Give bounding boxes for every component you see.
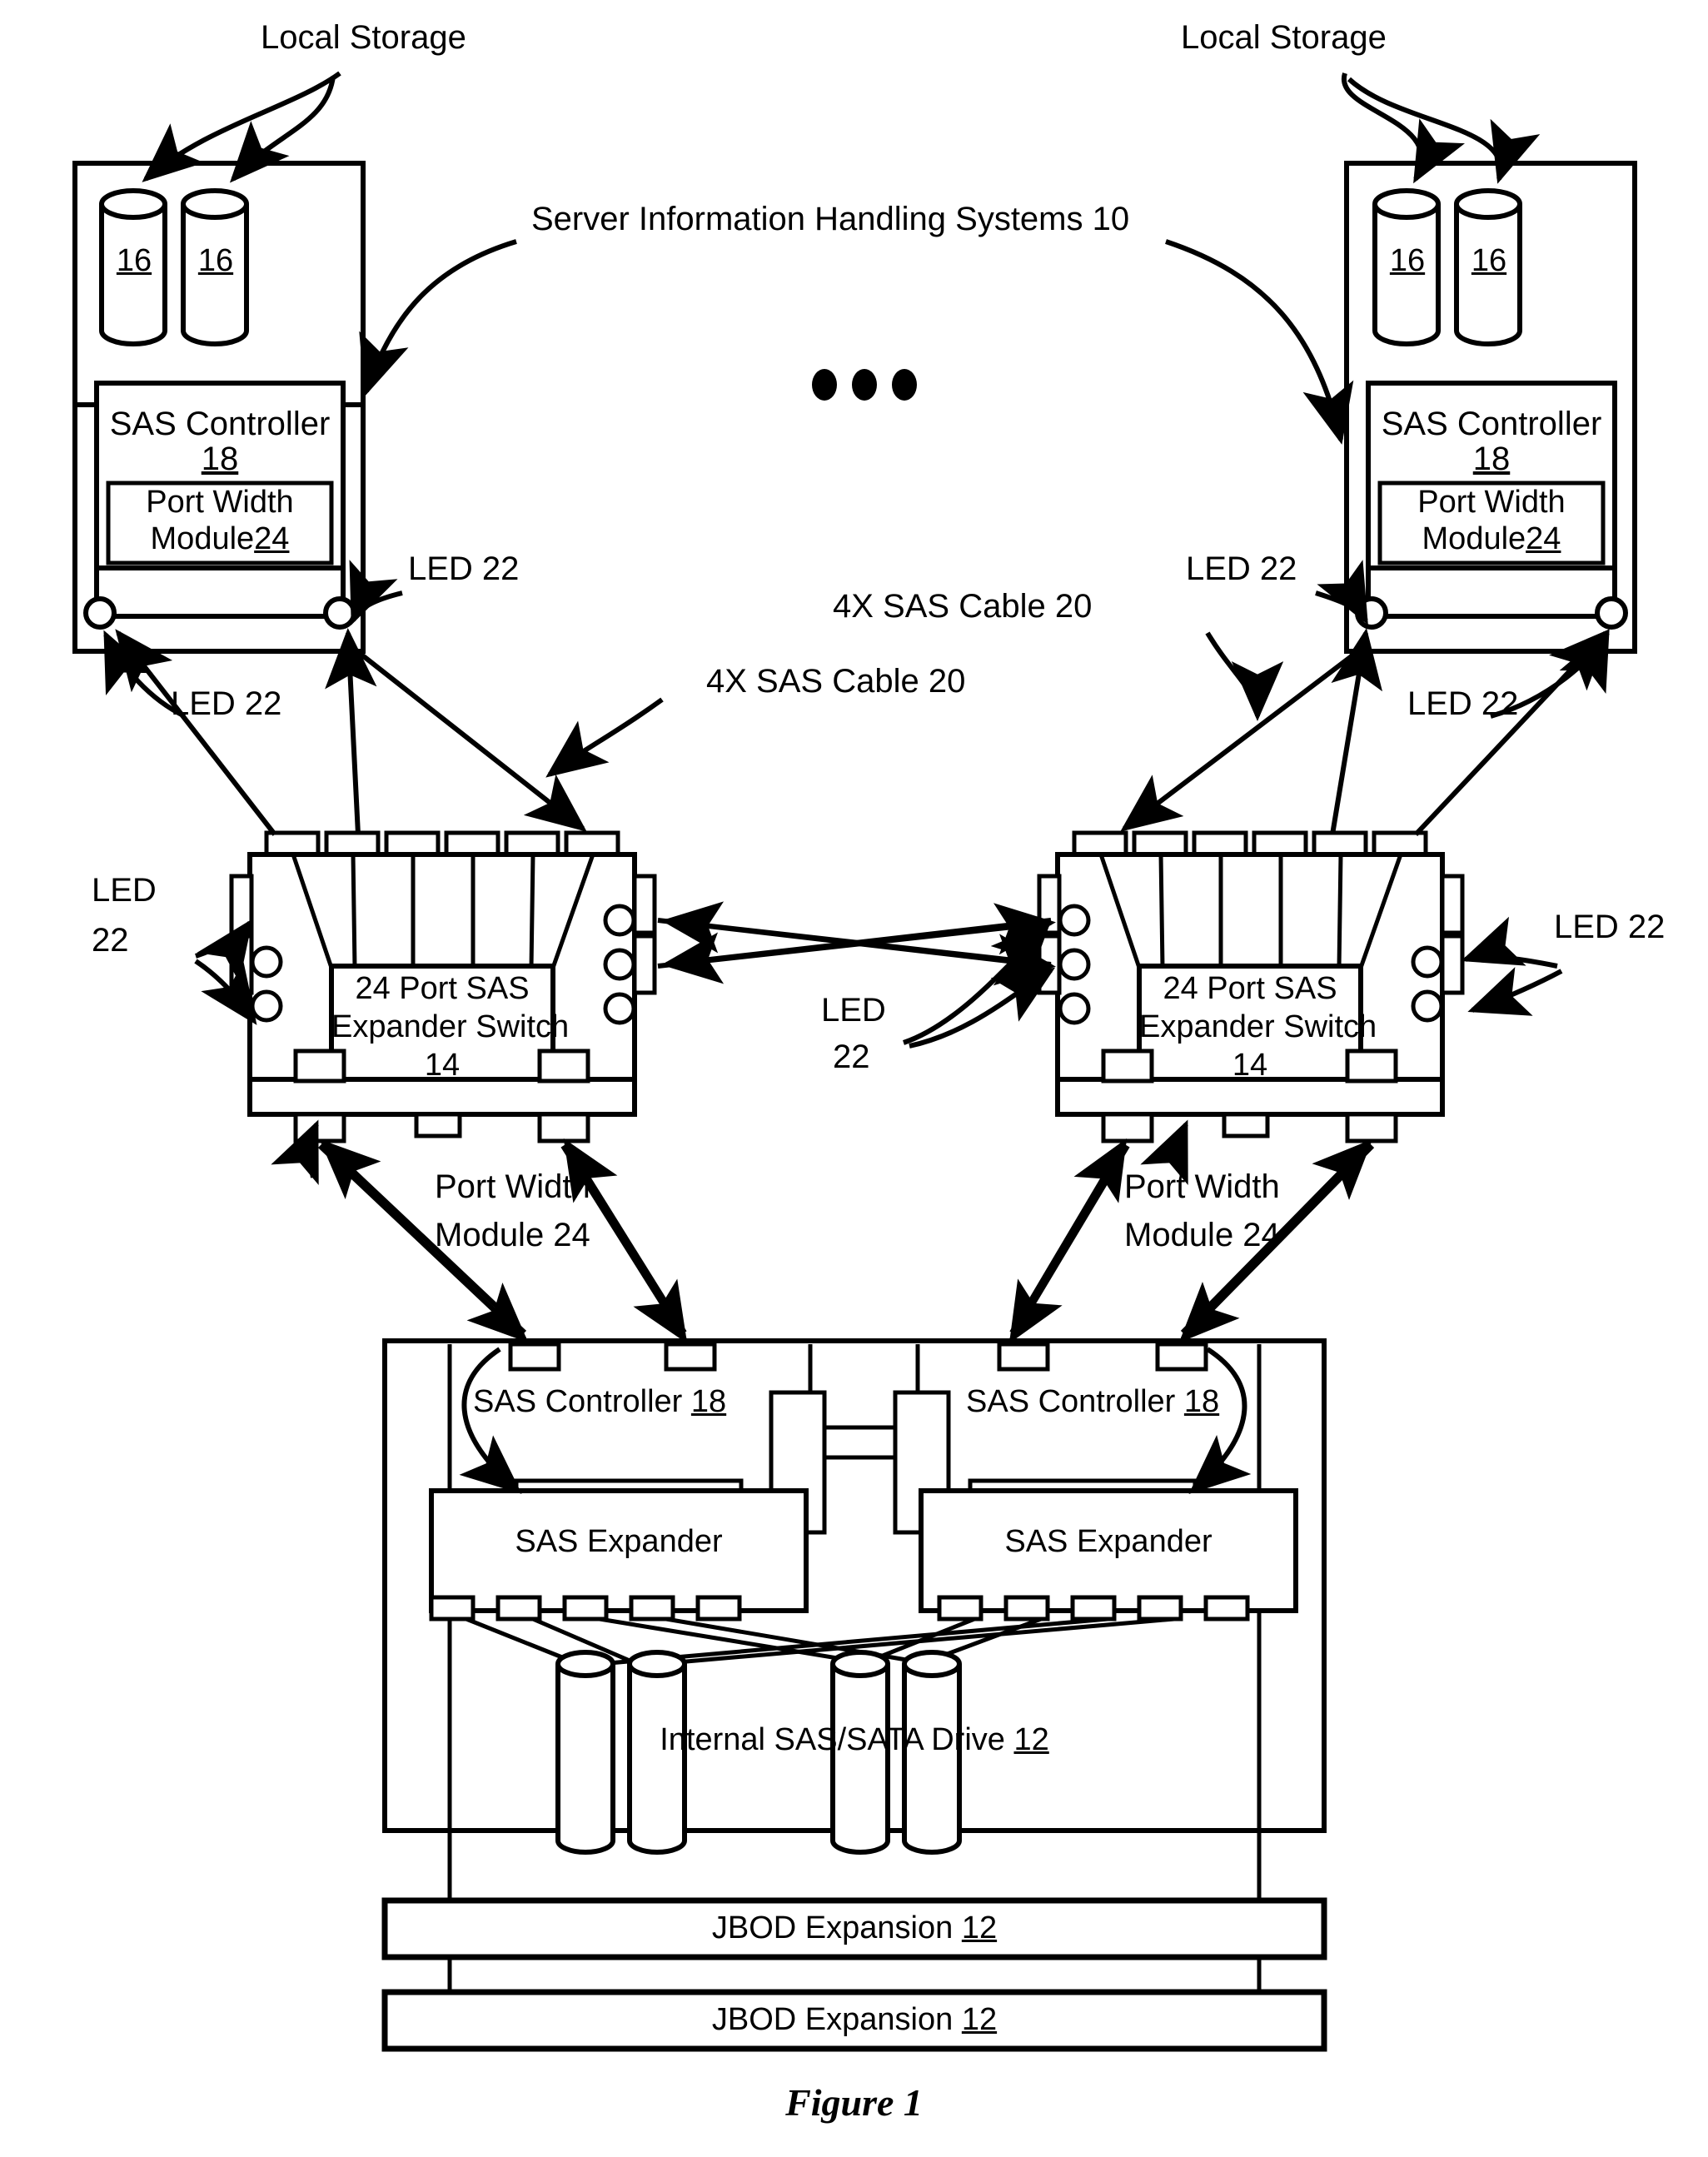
label-port-width-module-right-l1: Port Width xyxy=(1124,1168,1280,1205)
drive-label-16-left-a: 16 xyxy=(116,243,152,278)
port-width-module-ref-right: Module24 xyxy=(1380,521,1603,558)
label-local-storage-left: Local Storage xyxy=(261,19,466,56)
enclosure-sas-controller-left: SAS Controller 18 xyxy=(473,1384,726,1421)
jbod-2-text: JBOD Expansion xyxy=(711,2002,954,2037)
enclosure-sas-expander-left: SAS Expander xyxy=(515,1524,723,1559)
port-width-module-title-right: Port Width xyxy=(1417,485,1566,520)
enclosure-sas-expander-right: SAS Expander xyxy=(1004,1524,1213,1559)
enc-ctrl-left-text: SAS Controller xyxy=(473,1384,683,1419)
label-4x-sas-cable-right: 4X SAS Cable 20 xyxy=(833,588,1093,625)
label-local-storage-right: Local Storage xyxy=(1181,19,1387,56)
jbod-1-text: JBOD Expansion xyxy=(711,1910,954,1945)
enclosure-sas-controller-right: SAS Controller 18 xyxy=(966,1384,1219,1421)
label-led-switch-left-line2: 22 xyxy=(92,922,129,959)
label-server-information-handling-systems: Server Information Handling Systems 10 xyxy=(531,201,1130,237)
switch-left-ref: 14 xyxy=(424,1048,461,1083)
pwm-num-left: 24 xyxy=(254,521,290,556)
patent-figure-page: Local Storage Local Storage Server Infor… xyxy=(0,0,1708,2157)
figure-caption: Figure 1 xyxy=(785,2081,923,2124)
port-width-module-ref-left: Module24 xyxy=(108,521,331,558)
pwm-word-right: Module xyxy=(1422,521,1526,556)
label-port-width-module-left-l2: Module 24 xyxy=(435,1217,590,1253)
figure-drawing xyxy=(72,71,1637,2052)
jbod-2-ref: 12 xyxy=(961,2002,998,2037)
label-led-switch-left-line1: LED xyxy=(92,872,157,909)
label-4x-sas-cable-left: 4X SAS Cable 20 xyxy=(706,663,966,700)
pwm-word-left: Module xyxy=(150,521,255,556)
label-led-22-left-lower: LED 22 xyxy=(171,685,282,722)
label-led-22-right-upper: LED 22 xyxy=(1186,550,1297,587)
jbod-expansion-label-2: JBOD Expansion 12 xyxy=(385,2002,1324,2039)
internal-drive-text: Internal SAS/SATA Drive xyxy=(660,1722,1005,1757)
switch-right-line1: 24 Port SAS xyxy=(1163,971,1337,1006)
switch-left-line2: Expander Switch xyxy=(331,1009,570,1044)
internal-drive-ref: 12 xyxy=(1013,1722,1049,1757)
sas-controller-ref-right: 18 xyxy=(1472,441,1511,477)
switch-right-ref: 14 xyxy=(1232,1048,1268,1083)
label-led-switch-mid-line1: LED xyxy=(821,992,886,1029)
switch-right-line2: Expander Switch xyxy=(1139,1009,1377,1044)
label-port-width-module-right-l2: Module 24 xyxy=(1124,1217,1280,1253)
label-led-switch-right: LED 22 xyxy=(1554,909,1666,945)
label-port-width-module-left-l1: Port Width xyxy=(435,1168,590,1205)
pwm-num-right: 24 xyxy=(1526,521,1561,556)
jbod-expansion-label-1: JBOD Expansion 12 xyxy=(385,1910,1324,1947)
label-led-22-right-lower: LED 22 xyxy=(1407,685,1519,722)
drive-label-16-right-a: 16 xyxy=(1389,243,1426,278)
port-width-module-title-left: Port Width xyxy=(146,485,294,520)
sas-controller-title-left: SAS Controller xyxy=(109,406,331,442)
sas-controller-ref-left: 18 xyxy=(201,441,239,477)
switch-left-line1: 24 Port SAS xyxy=(355,971,530,1006)
label-led-22-left-upper: LED 22 xyxy=(408,550,520,587)
enc-ctrl-left-ref: 18 xyxy=(690,1384,727,1419)
enc-ctrl-right-ref: 18 xyxy=(1183,1384,1220,1419)
sas-controller-title-right: SAS Controller xyxy=(1381,406,1602,442)
jbod-1-ref: 12 xyxy=(961,1910,998,1945)
drive-label-16-left-b: 16 xyxy=(197,243,234,278)
label-led-switch-mid-line2: 22 xyxy=(833,1039,870,1075)
drive-label-16-right-b: 16 xyxy=(1471,243,1507,278)
internal-drive-label: Internal SAS/SATA Drive 12 xyxy=(385,1722,1324,1759)
enc-ctrl-right-text: SAS Controller xyxy=(966,1384,1176,1419)
